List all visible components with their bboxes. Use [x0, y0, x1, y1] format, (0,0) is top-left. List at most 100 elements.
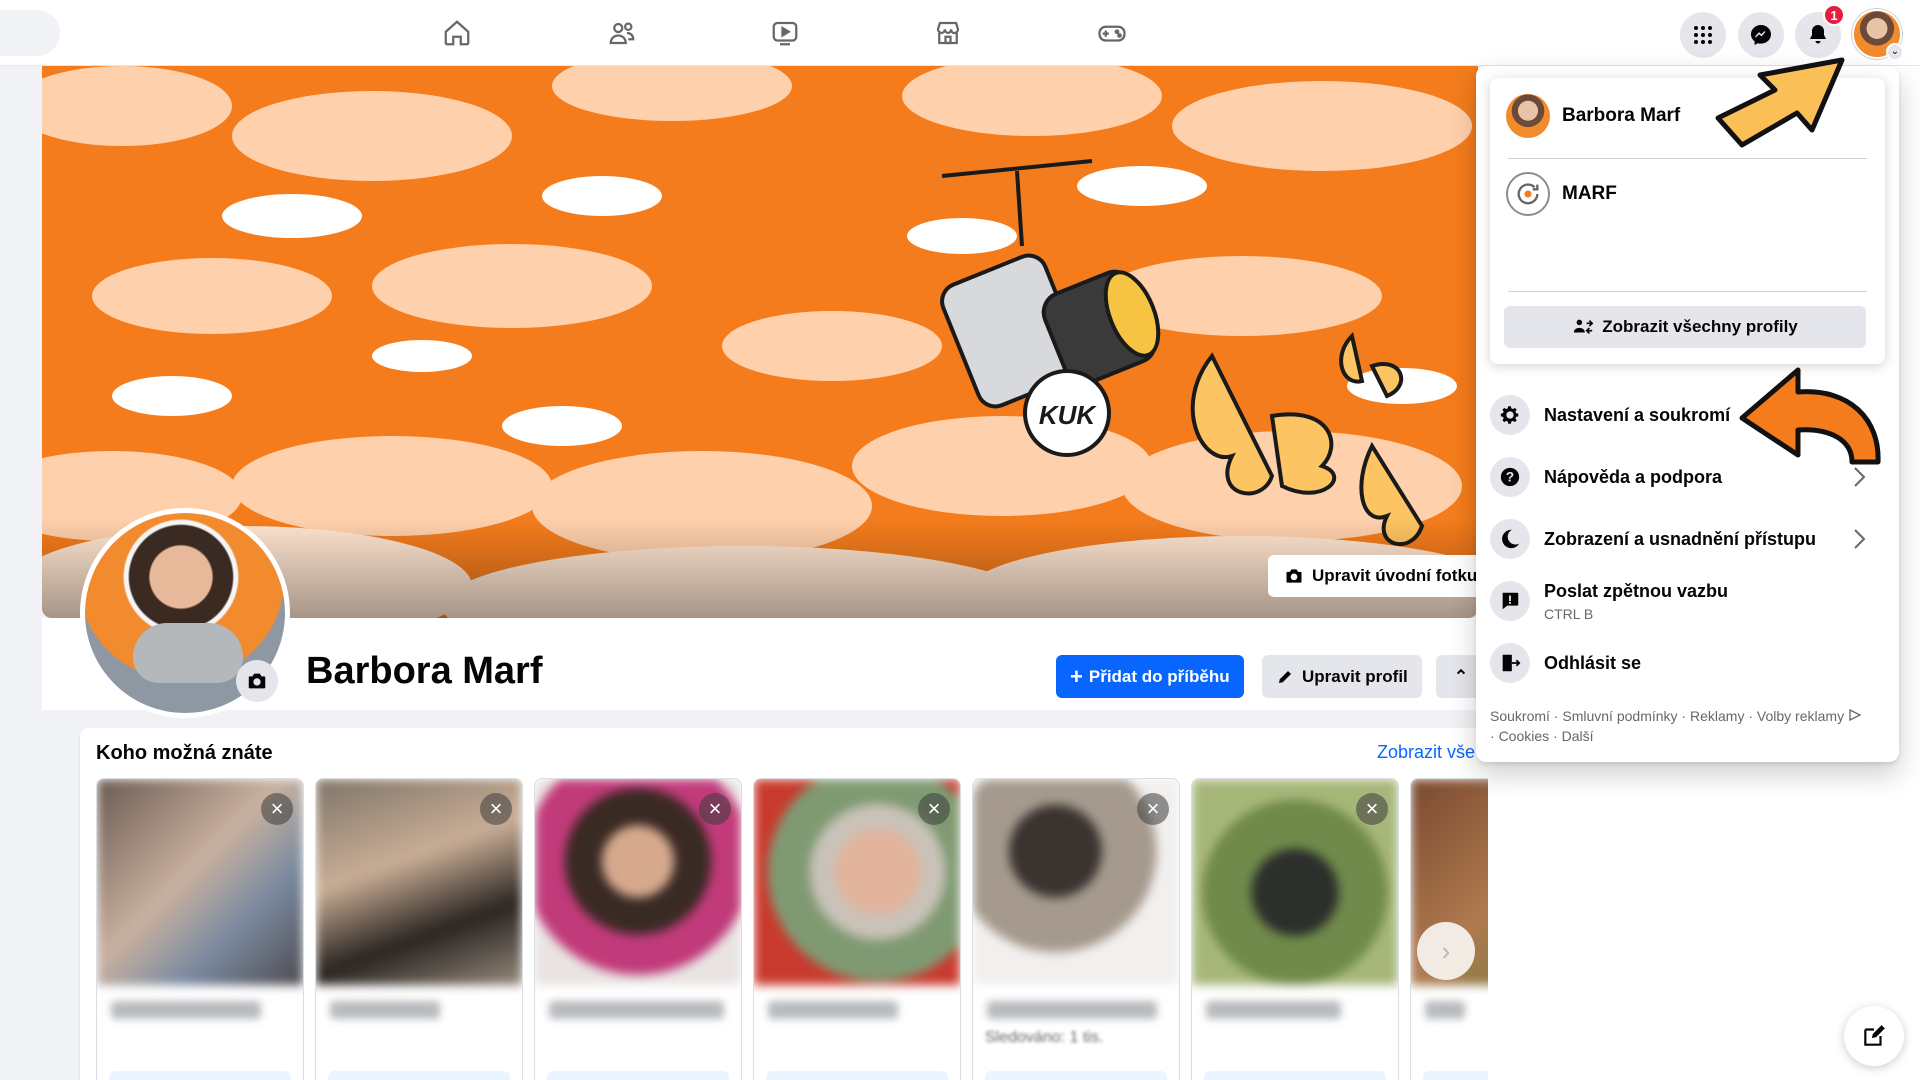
account-menu: Barbora Marf MARF Zobrazit všechny profi… [1476, 66, 1899, 762]
suggestion-card[interactable]: × [753, 778, 961, 1080]
footer-separator: · [1744, 708, 1757, 724]
suggestion-card[interactable]: × [534, 778, 742, 1080]
friends-icon[interactable] [562, 10, 682, 56]
add-to-story-label: Přidat do příběhu [1088, 666, 1230, 686]
help-icon: ? [1490, 457, 1530, 497]
logout-icon [1490, 643, 1530, 683]
settings-privacy-label: Nastavení a soukromí [1544, 404, 1731, 425]
add-to-story-button[interactable]: + Přidat do příběhu [1056, 655, 1244, 698]
send-feedback-shortcut: CTRL B [1544, 605, 1594, 622]
edit-profile-label: Upravit profil [1302, 666, 1408, 686]
help-support-item[interactable]: ? Nápověda a podpora [1490, 447, 1885, 507]
add-friend-button[interactable] [109, 1071, 291, 1080]
moon-icon [1490, 519, 1530, 559]
footer-separator: · [1677, 708, 1690, 724]
pymk-see-all-link[interactable]: Zobrazit vše [1377, 742, 1475, 763]
search-field[interactable] [0, 10, 60, 56]
profile-name: Barbora Marf [306, 650, 543, 692]
messenger-icon[interactable] [1738, 12, 1784, 58]
speech-bubble-text: KUK [1039, 400, 1098, 430]
display-accessibility-item[interactable]: Zobrazení a usnadnění přístupu [1490, 509, 1885, 569]
menu-grid-icon[interactable] [1680, 12, 1726, 58]
camera-icon [1286, 569, 1302, 583]
gaming-icon[interactable] [1052, 10, 1172, 56]
divider [1508, 291, 1867, 292]
plus-icon: + [1070, 663, 1083, 689]
footer-privacy-link[interactable]: Soukromí [1490, 708, 1550, 724]
profiles-card: Barbora Marf MARF Zobrazit všechny profi… [1490, 78, 1885, 364]
suggestion-name [1425, 1001, 1465, 1019]
close-icon[interactable]: × [261, 793, 293, 825]
profile-switch-barbora[interactable]: Barbora Marf [1498, 84, 1877, 148]
profile-name-label: MARF [1562, 183, 1617, 204]
footer-cookies-link[interactable]: Cookies [1499, 728, 1550, 744]
suggestion-card[interactable]: × [315, 778, 523, 1080]
profile-picture-cat [133, 623, 243, 683]
chevron-down-icon: ⌄ [1886, 43, 1904, 61]
adchoices-icon [1849, 708, 1862, 722]
see-all-profiles-label: Zobrazit všechny profily [1602, 317, 1798, 336]
chevron-up-icon: ⌃ [1453, 666, 1469, 686]
logout-item[interactable]: Odhlásit se [1490, 633, 1885, 693]
close-icon[interactable]: × [918, 793, 950, 825]
account-avatar-button[interactable]: ⌄ [1852, 9, 1904, 61]
edit-cover-button[interactable]: Upravit úvodní fotku [1268, 555, 1494, 597]
feedback-icon [1490, 581, 1530, 621]
add-friend-button[interactable] [1204, 1071, 1386, 1080]
logout-label: Odhlásit se [1544, 652, 1642, 673]
suggestion-card[interactable]: × [96, 778, 304, 1080]
suggestion-name [768, 1001, 898, 1019]
footer-separator: · [1490, 728, 1499, 744]
svg-text:?: ? [1506, 470, 1514, 485]
suggestion-name [1206, 1001, 1341, 1019]
pencil-icon [1279, 670, 1291, 683]
help-support-label: Nápověda a podpora [1544, 466, 1723, 487]
footer-terms-link[interactable]: Smluvní podmínky [1562, 708, 1677, 724]
footer-more-link[interactable]: Další [1562, 728, 1594, 744]
edit-cover-label: Upravit úvodní fotku [1312, 566, 1478, 585]
suggestion-name [330, 1001, 440, 1019]
video-icon[interactable] [725, 10, 845, 56]
add-friend-button[interactable] [766, 1071, 948, 1080]
divider [1508, 158, 1867, 159]
footer-ads-link[interactable]: Reklamy [1690, 708, 1744, 724]
suggestion-card[interactable]: × Sledováno: 1 tis. [972, 778, 1180, 1080]
footer-ad-choices-link[interactable]: Volby reklamy [1757, 708, 1844, 724]
avatar [1506, 172, 1550, 216]
suggestion-card[interactable]: × [1191, 778, 1399, 1080]
bell-icon[interactable]: 1 [1795, 4, 1845, 58]
send-feedback-label: Poslat zpětnou vazbu [1544, 580, 1729, 601]
avatar [1506, 94, 1550, 138]
compose-message-button[interactable] [1844, 1006, 1904, 1066]
close-icon[interactable]: × [1356, 793, 1388, 825]
add-friend-button[interactable] [328, 1071, 510, 1080]
close-icon[interactable]: × [699, 793, 731, 825]
profile-switch-marf[interactable]: MARF [1498, 162, 1877, 226]
refresh-logo-icon [1517, 183, 1539, 205]
settings-privacy-item[interactable]: Nastavení a soukromí [1490, 385, 1885, 445]
chevron-right-icon [1854, 529, 1866, 549]
marketplace-icon[interactable] [888, 10, 1008, 56]
send-feedback-item[interactable]: Poslat zpětnou vazbu CTRL B [1490, 571, 1885, 631]
add-friend-button[interactable] [985, 1071, 1167, 1080]
see-all-profiles-button[interactable]: Zobrazit všechny profily [1504, 306, 1866, 348]
home-icon[interactable] [397, 10, 517, 56]
notification-count-badge: 1 [1823, 4, 1845, 26]
close-icon[interactable]: × [480, 793, 512, 825]
footer-separator: · [1549, 708, 1563, 724]
chevron-right-icon[interactable]: › [1417, 922, 1475, 980]
cover-photo: KUK [42, 66, 1478, 618]
menu-footer-links: Soukromí · Smluvní podmínky · Reklamy · … [1490, 706, 1870, 746]
people-you-may-know: Koho možná znáte Zobrazit vše × × × × × … [80, 728, 1500, 1080]
suggestion-name [111, 1001, 261, 1019]
camera-icon[interactable] [236, 660, 278, 702]
add-friend-button[interactable] [547, 1071, 729, 1080]
compose-icon [1864, 1025, 1885, 1046]
close-icon[interactable]: × [1137, 793, 1169, 825]
display-accessibility-label: Zobrazení a usnadnění přístupu [1544, 528, 1817, 549]
people-swap-icon [1574, 319, 1594, 335]
pymk-title: Koho možná znáte [96, 742, 273, 764]
gear-icon [1490, 395, 1530, 435]
suggestion-followers: Sledováno: 1 tis. [985, 1029, 1104, 1046]
edit-profile-button[interactable]: Upravit profil [1262, 655, 1422, 698]
